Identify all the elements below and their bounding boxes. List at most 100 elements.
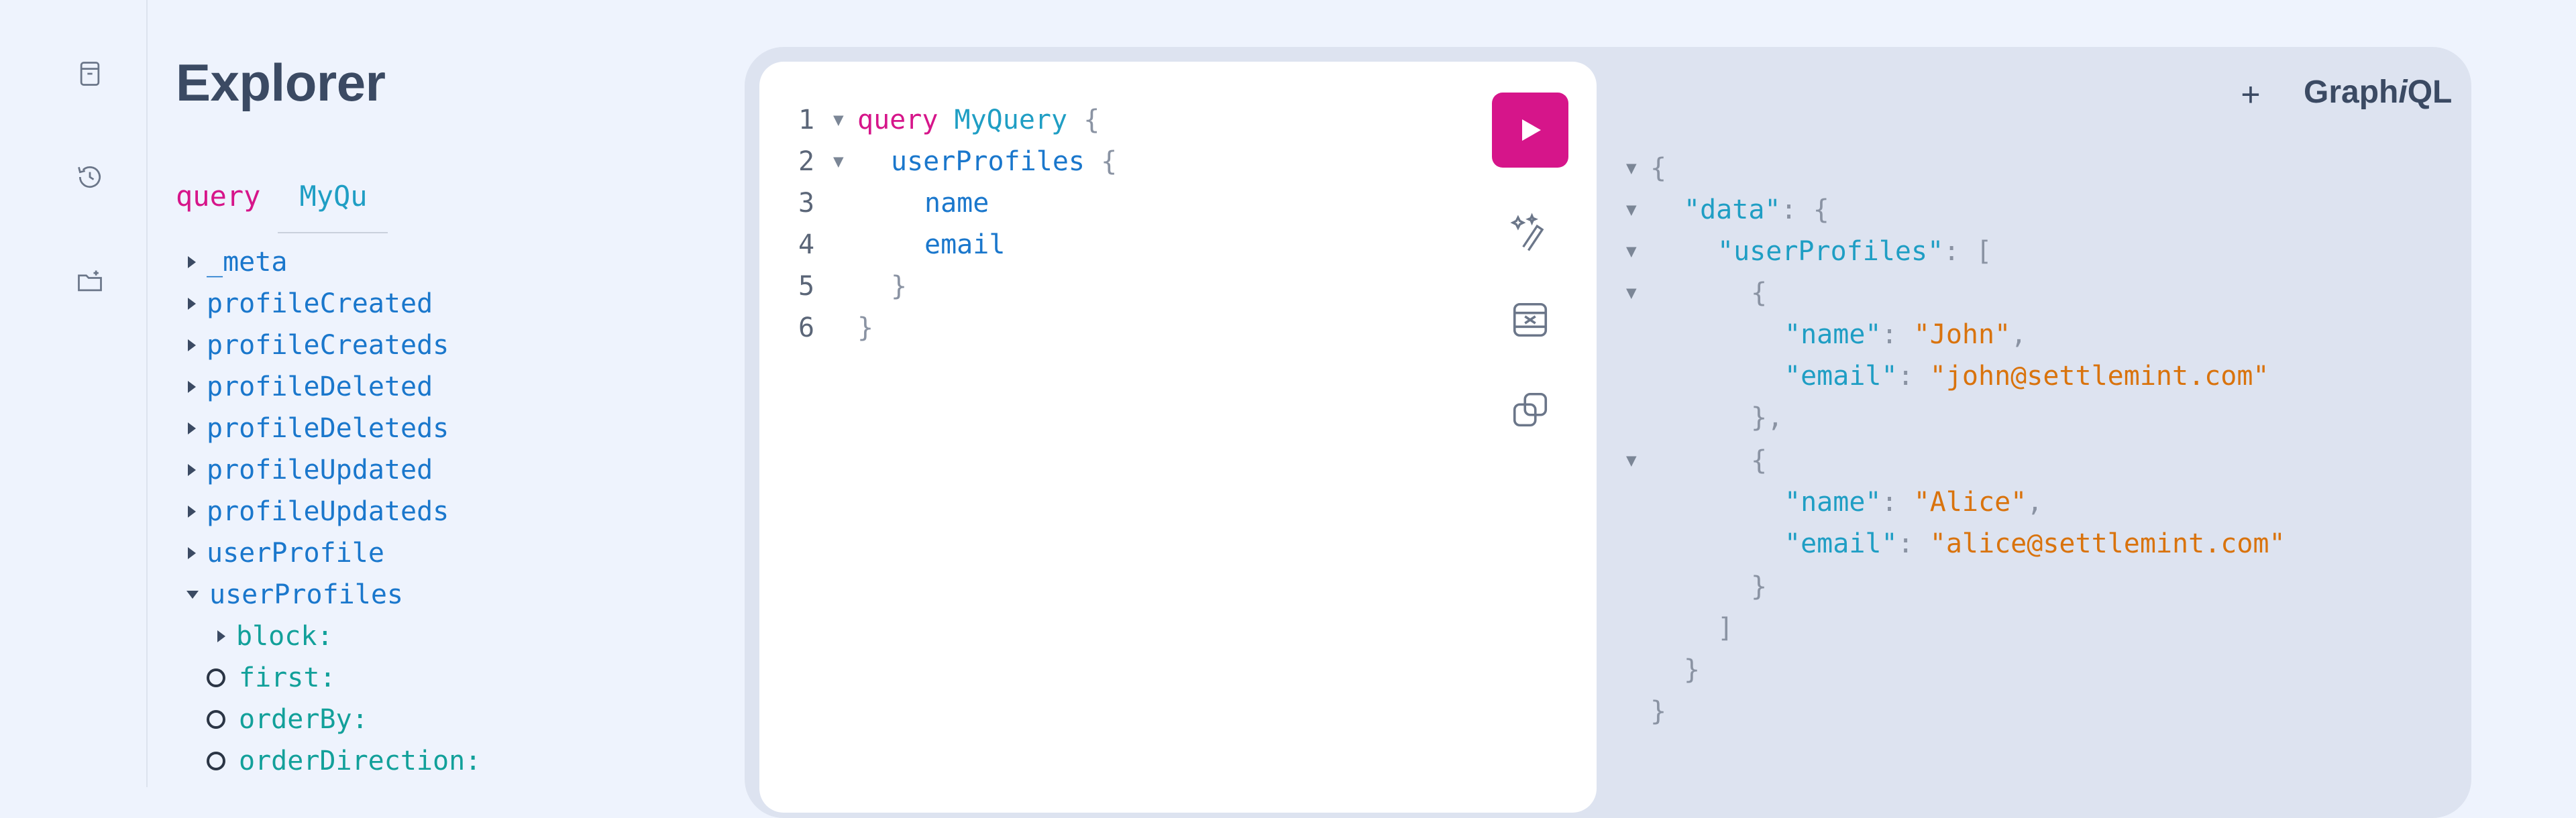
punct-token: : [1943, 236, 1960, 267]
punct-token: { [1751, 278, 1768, 308]
punct-token: { [1650, 153, 1667, 184]
arg-label: orderDirection: [239, 746, 482, 776]
punct-token: }, [1751, 402, 1784, 433]
book-icon [80, 62, 100, 86]
field-user-profile[interactable]: userProfile [188, 534, 384, 573]
definition-token: MyQuery [954, 105, 1068, 135]
field-token: userProfiles [891, 146, 1085, 177]
play-icon [1522, 119, 1541, 141]
punct-token: } [1684, 654, 1701, 685]
graphiql-logo[interactable]: GraphiQL [2304, 74, 2452, 111]
merge-fragments-button[interactable] [1505, 295, 1555, 345]
line-number: 6 [798, 312, 815, 343]
expand-icon [188, 256, 196, 268]
arg-first[interactable]: first: [207, 658, 336, 697]
json-key: "email" [1784, 361, 1898, 392]
logo-part: i [2398, 74, 2408, 110]
punct-token: : [1780, 194, 1797, 225]
json-key: "data" [1684, 194, 1781, 225]
arg-label: first: [239, 662, 336, 693]
result-line: ] [1717, 607, 1733, 649]
fold-icon[interactable]: ▼ [833, 141, 844, 182]
field-profile-updateds[interactable]: profileUpdateds [188, 492, 449, 531]
field-label: userProfiles [209, 579, 403, 610]
expand-icon [188, 547, 196, 559]
keyword-token: query [857, 105, 938, 135]
copy-query-button[interactable] [1505, 385, 1555, 434]
fold-icon[interactable]: ▼ [1626, 189, 1637, 231]
expand-icon [188, 464, 196, 476]
code-line-6: } [857, 307, 873, 349]
field-profile-createds[interactable]: profileCreateds [188, 326, 449, 365]
line-number: 5 [798, 271, 815, 302]
field-meta[interactable]: _meta [188, 243, 287, 282]
punct-token: { [1083, 105, 1100, 135]
field-profile-deleteds[interactable]: profileDeleteds [188, 409, 449, 448]
punct-token: } [1650, 696, 1667, 727]
docs-button[interactable] [68, 52, 111, 95]
radio-icon [207, 668, 225, 687]
result-line: { [1751, 272, 1767, 314]
json-key: "name" [1784, 487, 1882, 518]
punct-token: , [2010, 319, 2027, 350]
add-tab-button[interactable]: + [2231, 75, 2270, 114]
code-line-2: userProfiles { [891, 141, 1117, 182]
fold-icon[interactable]: ▼ [1626, 272, 1637, 314]
result-line: "email": "alice@settlemint.com" [1784, 523, 2286, 565]
arg-order-by[interactable]: orderBy: [207, 700, 368, 739]
fold-icon[interactable]: ▼ [1626, 231, 1637, 272]
field-token: name [924, 188, 989, 219]
punct-token: : [1881, 319, 1898, 350]
fold-icon[interactable]: ▼ [833, 99, 844, 141]
expand-icon [188, 506, 196, 518]
fold-icon[interactable]: ▼ [1626, 440, 1637, 481]
explorer-panel: Explorer query MyQuery _meta profileCrea… [176, 0, 726, 787]
query-editor[interactable] [759, 62, 1597, 813]
punct-token: } [891, 271, 908, 302]
logo-part: Graph [2304, 74, 2399, 110]
json-key: "email" [1784, 528, 1898, 559]
punct-token: { [1751, 445, 1768, 476]
arg-block[interactable]: block: [217, 617, 333, 656]
field-user-profiles[interactable]: userProfiles [186, 575, 403, 614]
result-line: { [1751, 440, 1767, 481]
prettify-button[interactable] [1505, 207, 1555, 256]
collections-button[interactable] [68, 260, 111, 303]
result-line: { [1650, 148, 1666, 189]
collapse-icon [186, 591, 199, 599]
field-label: profileDeleted [207, 371, 433, 402]
field-profile-created[interactable]: profileCreated [188, 284, 433, 323]
result-line: } [1684, 649, 1700, 691]
punct-token: { [1813, 194, 1829, 225]
expand-icon [217, 630, 225, 642]
operation-name-input[interactable]: MyQuery [299, 180, 365, 213]
punct-token: } [857, 312, 874, 343]
punct-token: [ [1976, 236, 1992, 267]
fold-icon[interactable]: ▼ [1626, 148, 1637, 189]
field-label: profileDeleteds [207, 413, 449, 444]
field-profile-deleted[interactable]: profileDeleted [188, 367, 433, 406]
radio-icon [207, 710, 225, 729]
result-line: "name": "Alice", [1784, 481, 2043, 523]
result-line: "data": { [1684, 189, 1829, 231]
line-number: 3 [798, 188, 815, 219]
result-line: "email": "john@settlemint.com" [1784, 355, 2269, 397]
arg-order-direction[interactable]: orderDirection: [207, 742, 481, 780]
result-line: }, [1751, 397, 1783, 439]
result-line: } [1650, 691, 1666, 732]
punct-token: ] [1717, 613, 1734, 644]
punct-token: , [2027, 487, 2043, 518]
radio-icon [207, 752, 225, 770]
operation-kind[interactable]: query [176, 180, 260, 213]
field-profile-updated[interactable]: profileUpdated [188, 451, 433, 489]
field-label: profileCreated [207, 288, 433, 319]
history-icon [78, 166, 101, 188]
code-line-1: query MyQuery { [857, 99, 1099, 141]
result-line: "name": "John", [1784, 314, 2027, 355]
history-button[interactable] [68, 156, 111, 198]
json-string: "john@settlemint.com" [1929, 361, 2269, 392]
punct-token: : [1897, 528, 1914, 559]
run-button[interactable] [1492, 93, 1568, 168]
code-line-4: email [924, 224, 1005, 266]
sidebar-rail [0, 0, 148, 787]
